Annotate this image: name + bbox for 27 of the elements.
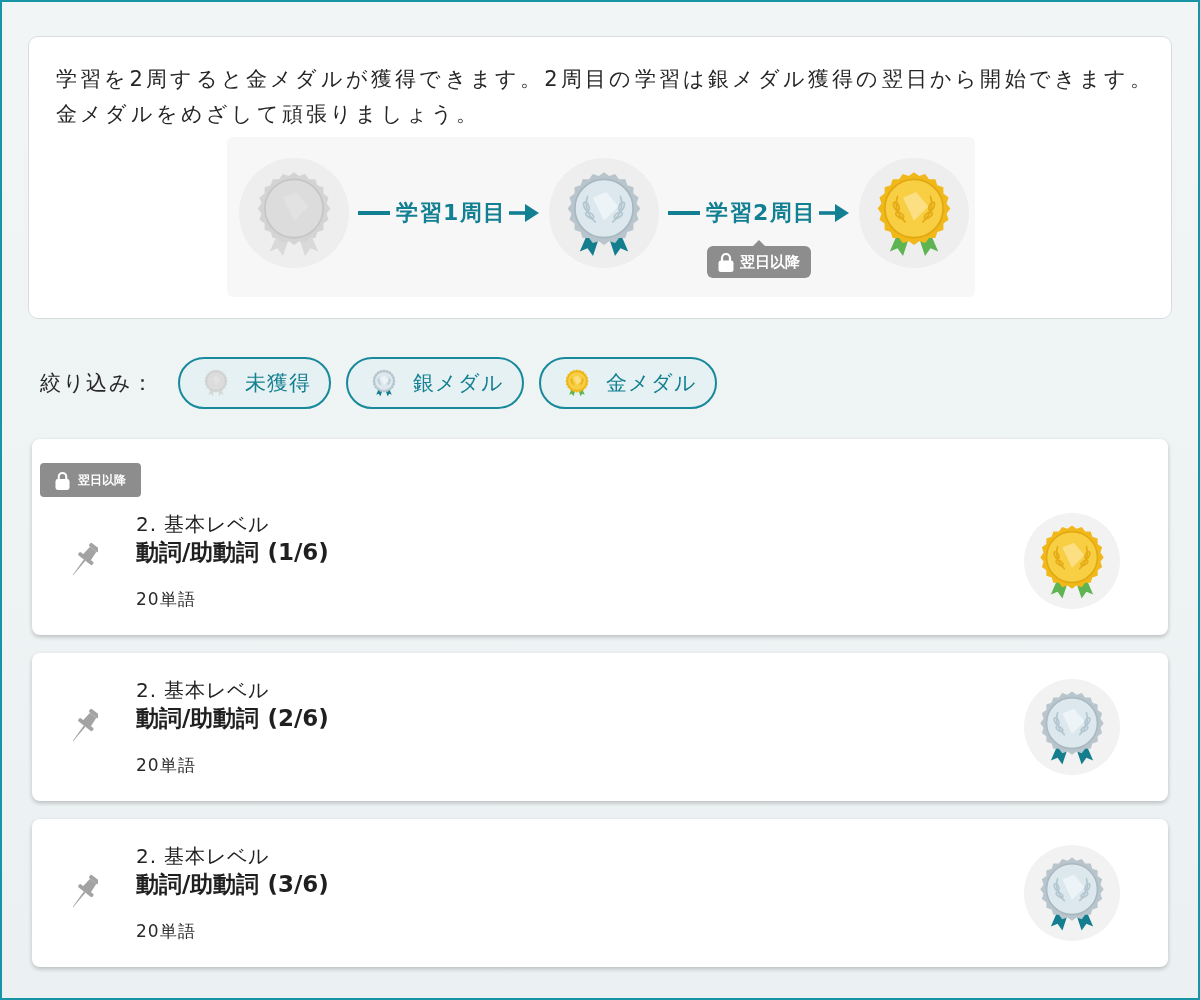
lock-label: 翌日以降 xyxy=(739,252,800,272)
unit-title: 動詞/助動詞 (1/6) xyxy=(136,538,330,567)
lock-icon xyxy=(717,252,734,272)
arrow-right-icon xyxy=(508,204,539,222)
lock-label: 翌日以降 xyxy=(78,471,126,489)
filter-label: 絞り込み： xyxy=(40,370,155,397)
unit-card[interactable]: 2. 基本レベル 動詞/助動詞 (2/6) 20単語 xyxy=(32,653,1168,801)
filter-chip[interactable]: 金メダル xyxy=(538,357,717,409)
dash-icon xyxy=(358,211,391,215)
dash-icon xyxy=(668,211,701,215)
word-count: 20単語 xyxy=(136,588,197,610)
arrow-right-icon xyxy=(818,204,849,222)
filter-chip[interactable]: 銀メダル xyxy=(345,357,524,409)
word-count: 20単語 xyxy=(136,920,197,942)
unit-level: 2. 基本レベル xyxy=(136,677,271,703)
unit-level: 2. 基本レベル xyxy=(136,511,271,537)
step-label: 学習2周目 xyxy=(706,199,817,227)
unit-card[interactable]: 2. 基本レベル 動詞/助動詞 (3/6) 20単語 xyxy=(32,819,1168,967)
unit-card[interactable]: 翌日以降 2. 基本レベル 動詞/助動詞 (1/6) 20単語 xyxy=(32,439,1168,635)
intro-text: 学習を2周すると金メダルが獲得できます。2周目の学習は銀メダル獲得の翌日から開始できます。 金メダルをめざして頑張りましょう。 xyxy=(56,66,1145,128)
unit-level: 2. 基本レベル xyxy=(136,843,271,869)
word-count: 20単語 xyxy=(136,754,197,776)
unit-title: 動詞/助動詞 (3/6) xyxy=(136,870,330,899)
step-label: 学習1周目 xyxy=(396,199,507,227)
filter-chip[interactable]: 未獲得 xyxy=(177,357,331,409)
unit-title: 動詞/助動詞 (2/6) xyxy=(136,704,330,733)
lock-icon xyxy=(55,470,70,490)
